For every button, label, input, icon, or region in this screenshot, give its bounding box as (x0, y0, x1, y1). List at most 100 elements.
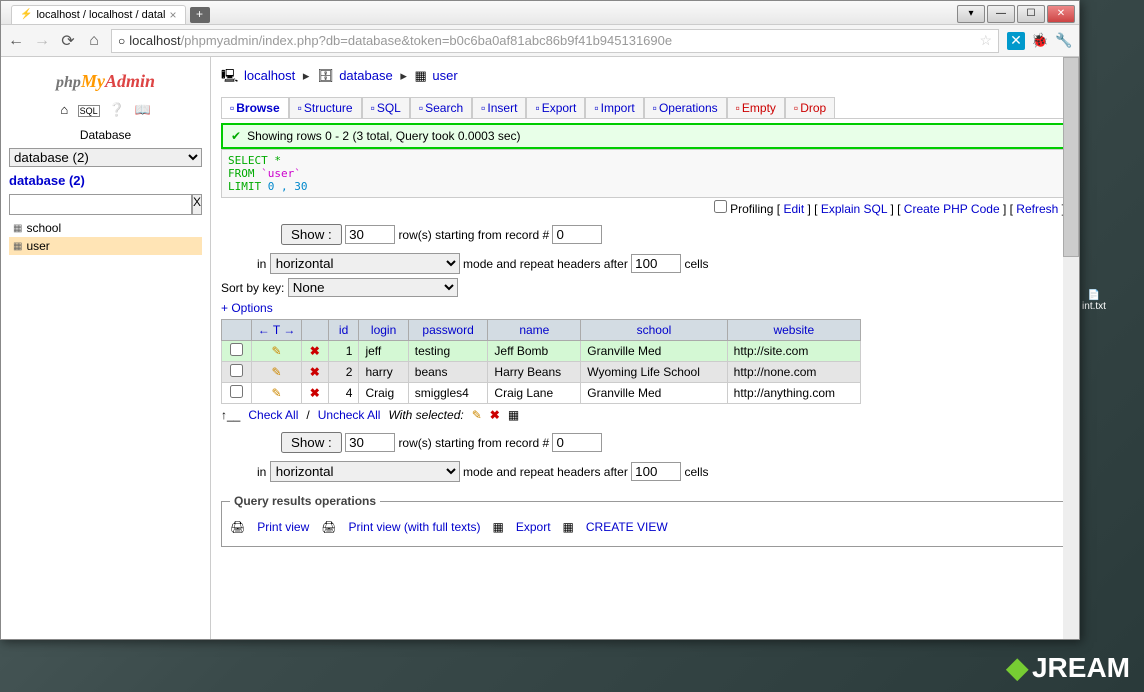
tab-close-icon[interactable]: × (169, 8, 176, 22)
tab-operations[interactable]: ▫Operations (644, 97, 727, 118)
delete-row-icon[interactable]: ✖ (310, 344, 320, 358)
print-view-link[interactable]: Print view (257, 520, 309, 534)
col-name[interactable]: name (488, 320, 581, 341)
edit-link[interactable]: Edit (783, 202, 804, 216)
navbar: ← → ⟳ ⌂ ○ localhost/phpmyadmin/index.php… (1, 25, 1079, 57)
tab-browse[interactable]: ▫Browse (221, 97, 289, 118)
row-checkbox[interactable] (230, 343, 243, 356)
browser-tab[interactable]: ⚡ localhost / localhost / datal × (11, 5, 186, 25)
bc-database[interactable]: database (339, 68, 393, 83)
sidebar-table-school[interactable]: ▦ school (9, 219, 202, 237)
tab-search[interactable]: ▫Search (410, 97, 472, 118)
database-select[interactable]: database (2) (9, 148, 202, 167)
refresh-link[interactable]: Refresh (1016, 202, 1058, 216)
database-link[interactable]: database (2) (9, 167, 202, 190)
uncheck-all-link[interactable]: Uncheck All (318, 408, 381, 422)
tab-empty[interactable]: ▫Empty (727, 97, 785, 118)
home-icon[interactable]: ⌂ (60, 102, 68, 117)
scrollbar[interactable] (1063, 57, 1079, 639)
desktop-file-icon[interactable]: 📄int.txt (1074, 290, 1114, 312)
tab-drop[interactable]: ▫Drop (785, 97, 835, 118)
new-tab-button[interactable]: + (190, 7, 210, 23)
server-icon: 🖳 (221, 68, 238, 83)
tab-sql[interactable]: ▫SQL (362, 97, 410, 118)
col-password[interactable]: password (408, 320, 488, 341)
titlebar: ⚡ localhost / localhost / datal × + ▾ — … (1, 1, 1079, 25)
wrench-icon[interactable]: 🔧 (1055, 32, 1073, 50)
back-button[interactable]: ← (7, 32, 25, 50)
tab-icon: ▫ (230, 101, 234, 115)
edit-row-icon[interactable]: ✎ (272, 344, 282, 358)
dropdown-button[interactable]: ▾ (957, 5, 985, 23)
pma-logo: phpMyAdmin (9, 65, 202, 98)
docs-icon[interactable]: 📖 (134, 102, 150, 117)
explain-link[interactable]: Explain SQL (821, 202, 887, 216)
close-button[interactable]: ✕ (1047, 5, 1075, 23)
sort-key-select[interactable]: None (288, 278, 458, 297)
arrow-up-icon: ↑__ (221, 408, 240, 422)
bc-server[interactable]: localhost (244, 68, 295, 83)
create-view-link[interactable]: CREATE VIEW (586, 520, 668, 534)
clear-filter-button[interactable]: X (192, 194, 202, 215)
edit-row-icon[interactable]: ✎ (272, 386, 282, 400)
row-checkbox[interactable] (230, 385, 243, 398)
sql-query-box: SELECT * FROM `user` LIMIT 0 , 30 (221, 149, 1069, 198)
show-button-2[interactable]: Show : (281, 432, 342, 453)
col-login[interactable]: login (359, 320, 408, 341)
extension-icon-1[interactable]: ✕ (1007, 32, 1025, 50)
tab-icon: ▫ (653, 101, 657, 115)
home-button[interactable]: ⌂ (85, 32, 103, 50)
extension-icon-2[interactable]: 🐞 (1031, 32, 1049, 50)
show-rows-input-2[interactable] (345, 433, 395, 452)
edit-row-icon[interactable]: ✎ (272, 365, 282, 379)
tab-icon: ▫ (481, 101, 485, 115)
table-icon: ▦ (414, 68, 426, 83)
repeat-input-2[interactable] (631, 462, 681, 481)
export-icon: ▦ (493, 520, 504, 534)
options-link[interactable]: + Options (221, 299, 273, 317)
table-row: ✎✖2harrybeansHarry BeansWyoming Life Sch… (222, 362, 861, 383)
tab-import[interactable]: ▫Import (585, 97, 643, 118)
bookmark-icon[interactable]: ☆ (979, 32, 992, 49)
minimize-button[interactable]: — (987, 5, 1015, 23)
tab-icon: ▫ (594, 101, 598, 115)
sidebar-table-user[interactable]: ▦ user (9, 237, 202, 255)
show-rows-input[interactable] (345, 225, 395, 244)
row-checkbox[interactable] (230, 364, 243, 377)
export-selected-icon[interactable]: ▦ (508, 408, 519, 422)
profiling-checkbox[interactable] (714, 200, 727, 213)
delete-row-icon[interactable]: ✖ (310, 365, 320, 379)
col-school[interactable]: school (581, 320, 727, 341)
mode-select[interactable]: horizontal (270, 253, 460, 274)
table-filter-input[interactable] (9, 194, 192, 215)
show-button[interactable]: Show : (281, 224, 342, 245)
col-id[interactable]: id (328, 320, 359, 341)
delete-selected-icon[interactable]: ✖ (490, 408, 500, 422)
php-link[interactable]: Create PHP Code (904, 202, 1000, 216)
delete-row-icon[interactable]: ✖ (310, 386, 320, 400)
globe-icon: ○ (118, 34, 125, 48)
reload-button[interactable]: ⟳ (59, 32, 77, 50)
table-row: ✎✖4Craigsmiggles4Craig LaneGranville Med… (222, 383, 861, 404)
start-record-input-2[interactable] (552, 433, 602, 452)
help-icon[interactable]: ❔ (109, 102, 125, 117)
edit-selected-icon[interactable]: ✎ (472, 408, 482, 422)
sidebar: phpMyAdmin ⌂ SQL ❔ 📖 Database database (… (1, 57, 211, 639)
export-link[interactable]: Export (516, 520, 551, 534)
mode-select-2[interactable]: horizontal (270, 461, 460, 482)
tab-structure[interactable]: ▫Structure (289, 97, 362, 118)
maximize-button[interactable]: ☐ (1017, 5, 1045, 23)
repeat-input[interactable] (631, 254, 681, 273)
start-record-input[interactable] (552, 225, 602, 244)
breadcrumb: 🖳 localhost ▸ 🗄 database ▸ ▦ user (221, 63, 1069, 93)
tab-insert[interactable]: ▫Insert (472, 97, 526, 118)
sql-icon[interactable]: SQL (78, 105, 100, 117)
check-all-link[interactable]: Check All (248, 408, 298, 422)
print-view-full-link[interactable]: Print view (with full texts) (348, 520, 480, 534)
col-website[interactable]: website (727, 320, 860, 341)
url-bar[interactable]: ○ localhost/phpmyadmin/index.php?db=data… (111, 29, 999, 53)
pma-favicon: ⚡ (20, 9, 32, 20)
bc-table[interactable]: user (432, 68, 457, 83)
forward-button[interactable]: → (33, 32, 51, 50)
tab-export[interactable]: ▫Export (526, 97, 585, 118)
